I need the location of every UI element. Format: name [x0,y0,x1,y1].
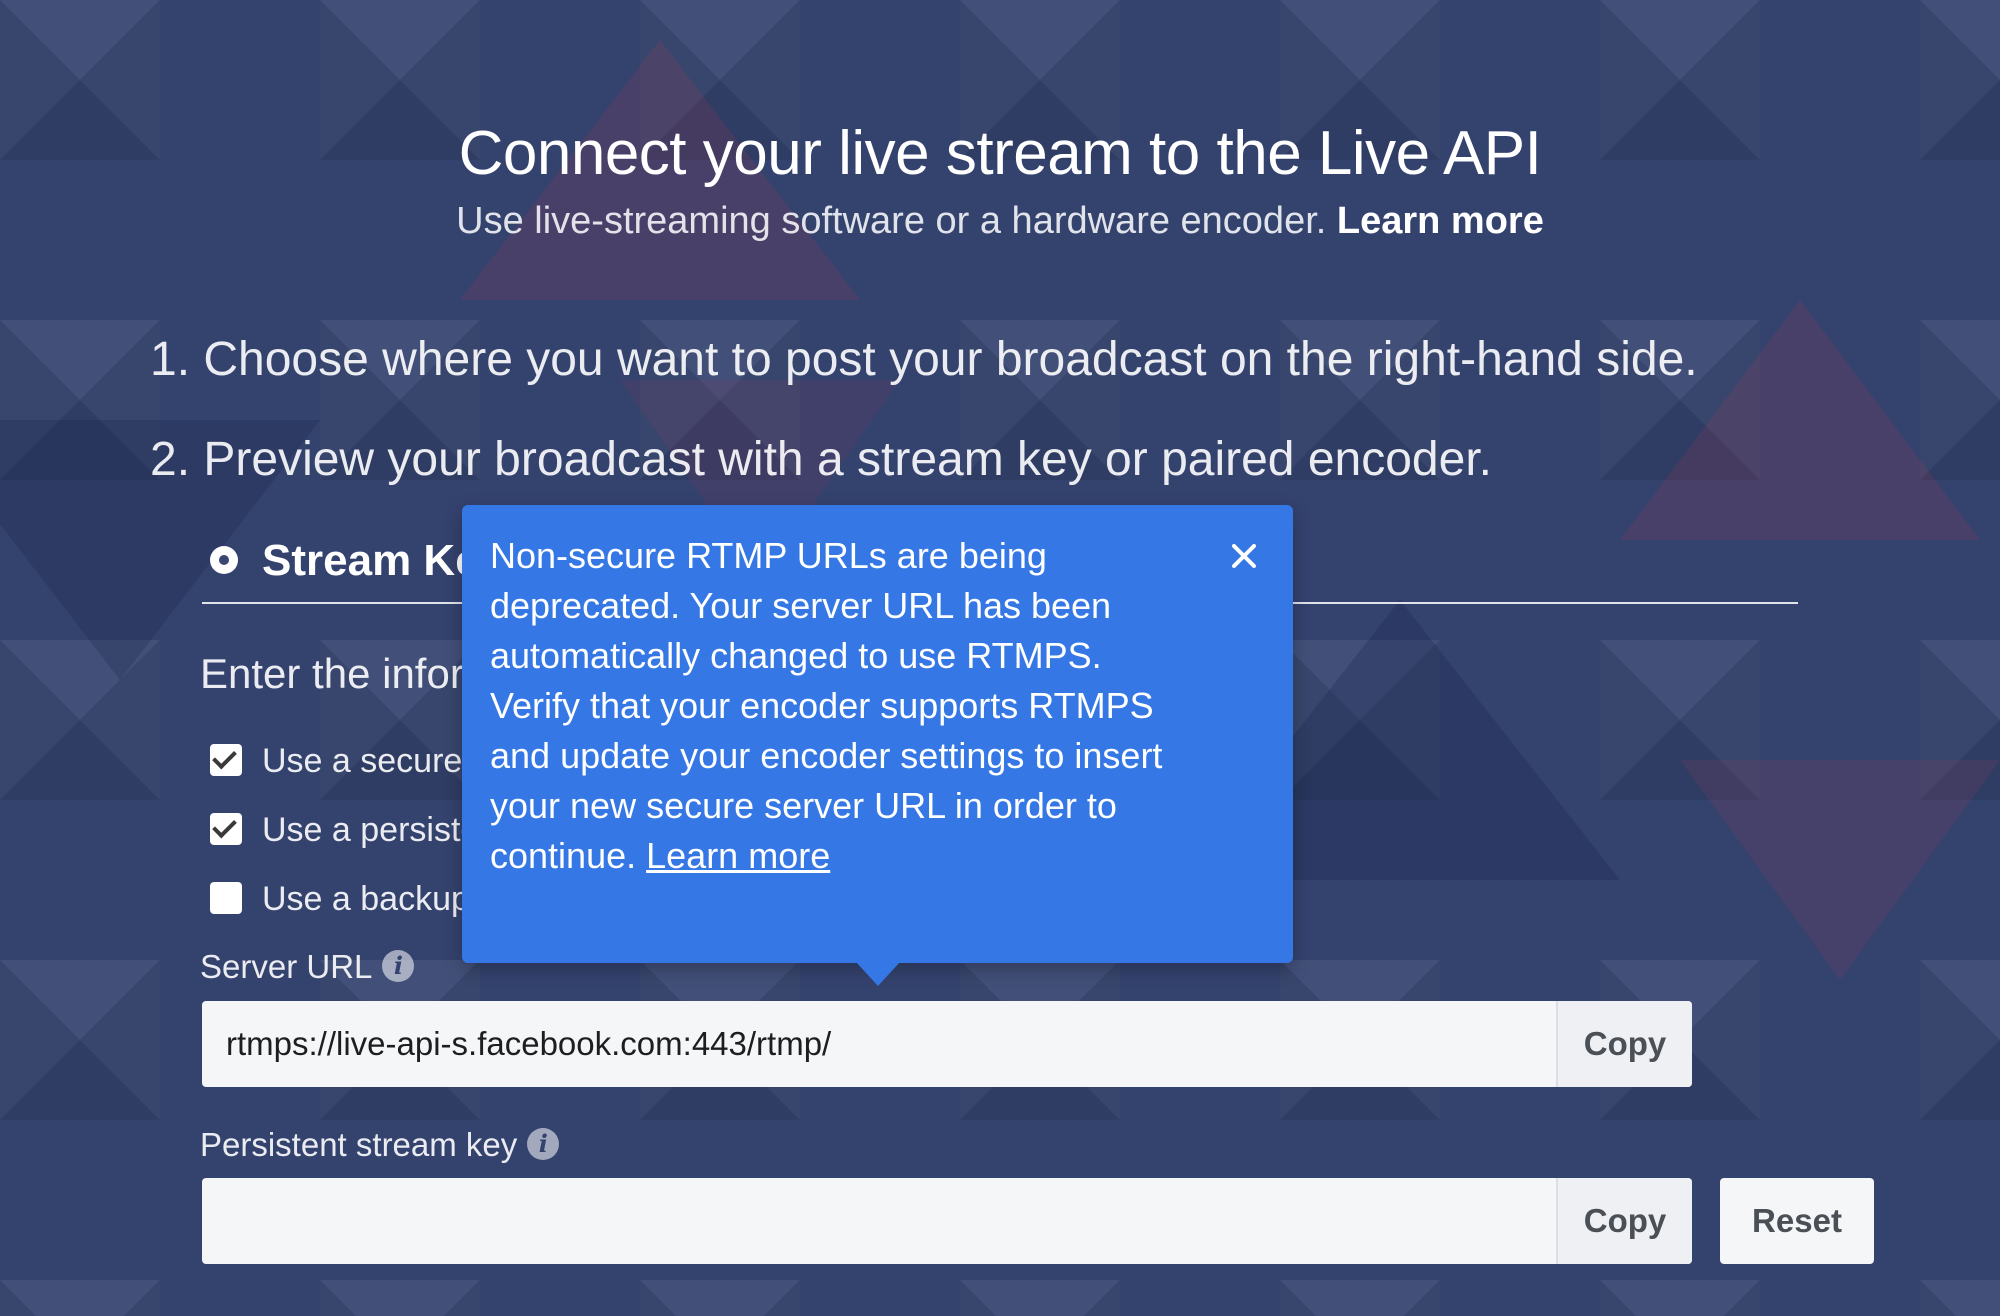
tooltip-learn-more-link[interactable]: Learn more [646,835,830,876]
page-title: Connect your live stream to the Live API [458,119,1542,188]
backup-stream-checkbox[interactable] [210,882,242,914]
learn-more-link[interactable]: Learn more [1337,200,1544,242]
step-2-text: 2. Preview your broadcast with a stream … [150,433,1492,486]
server-url-input[interactable] [226,1001,1546,1087]
tooltip-message: Non-secure RTMP URLs are being deprecate… [490,531,1183,881]
checkmark-icon [212,813,237,839]
server-url-field: Copy [202,1001,1692,1087]
subtitle-text: Use live-streaming software or a hardwar… [456,200,1327,242]
server-url-label-text: Server URL [200,948,373,985]
server-url-label: Server URL i [200,948,415,986]
step-1-text: 1. Choose where you want to post your br… [150,333,1698,386]
stream-key-label-text: Persistent stream key [200,1126,518,1163]
stream-key-label: Persistent stream key i [200,1126,560,1164]
copy-server-url-button[interactable]: Copy [1556,1001,1692,1087]
persistent-key-checkbox[interactable] [210,813,242,845]
reset-stream-key-button[interactable]: Reset [1720,1178,1874,1264]
background-triangle [1680,760,2000,980]
stream-key-input[interactable] [226,1178,1546,1264]
info-icon[interactable]: i [527,1128,560,1161]
close-icon[interactable] [1227,539,1261,573]
info-icon[interactable]: i [382,950,415,983]
tooltip-pointer [856,962,900,986]
tooltip-message-text: Non-secure RTMP URLs are being deprecate… [490,535,1163,876]
secure-connection-checkbox[interactable] [210,744,242,776]
stream-key-field: Copy [202,1178,1692,1264]
page-subtitle: Use live-streaming software or a hardwar… [0,200,2000,243]
copy-stream-key-button[interactable]: Copy [1556,1178,1692,1264]
stream-key-radio[interactable] [210,546,238,574]
checkmark-icon [212,744,237,770]
page-background: Connect your live stream to the Live API… [0,0,2000,1316]
rtmps-deprecation-tooltip: Non-secure RTMP URLs are being deprecate… [462,505,1293,963]
